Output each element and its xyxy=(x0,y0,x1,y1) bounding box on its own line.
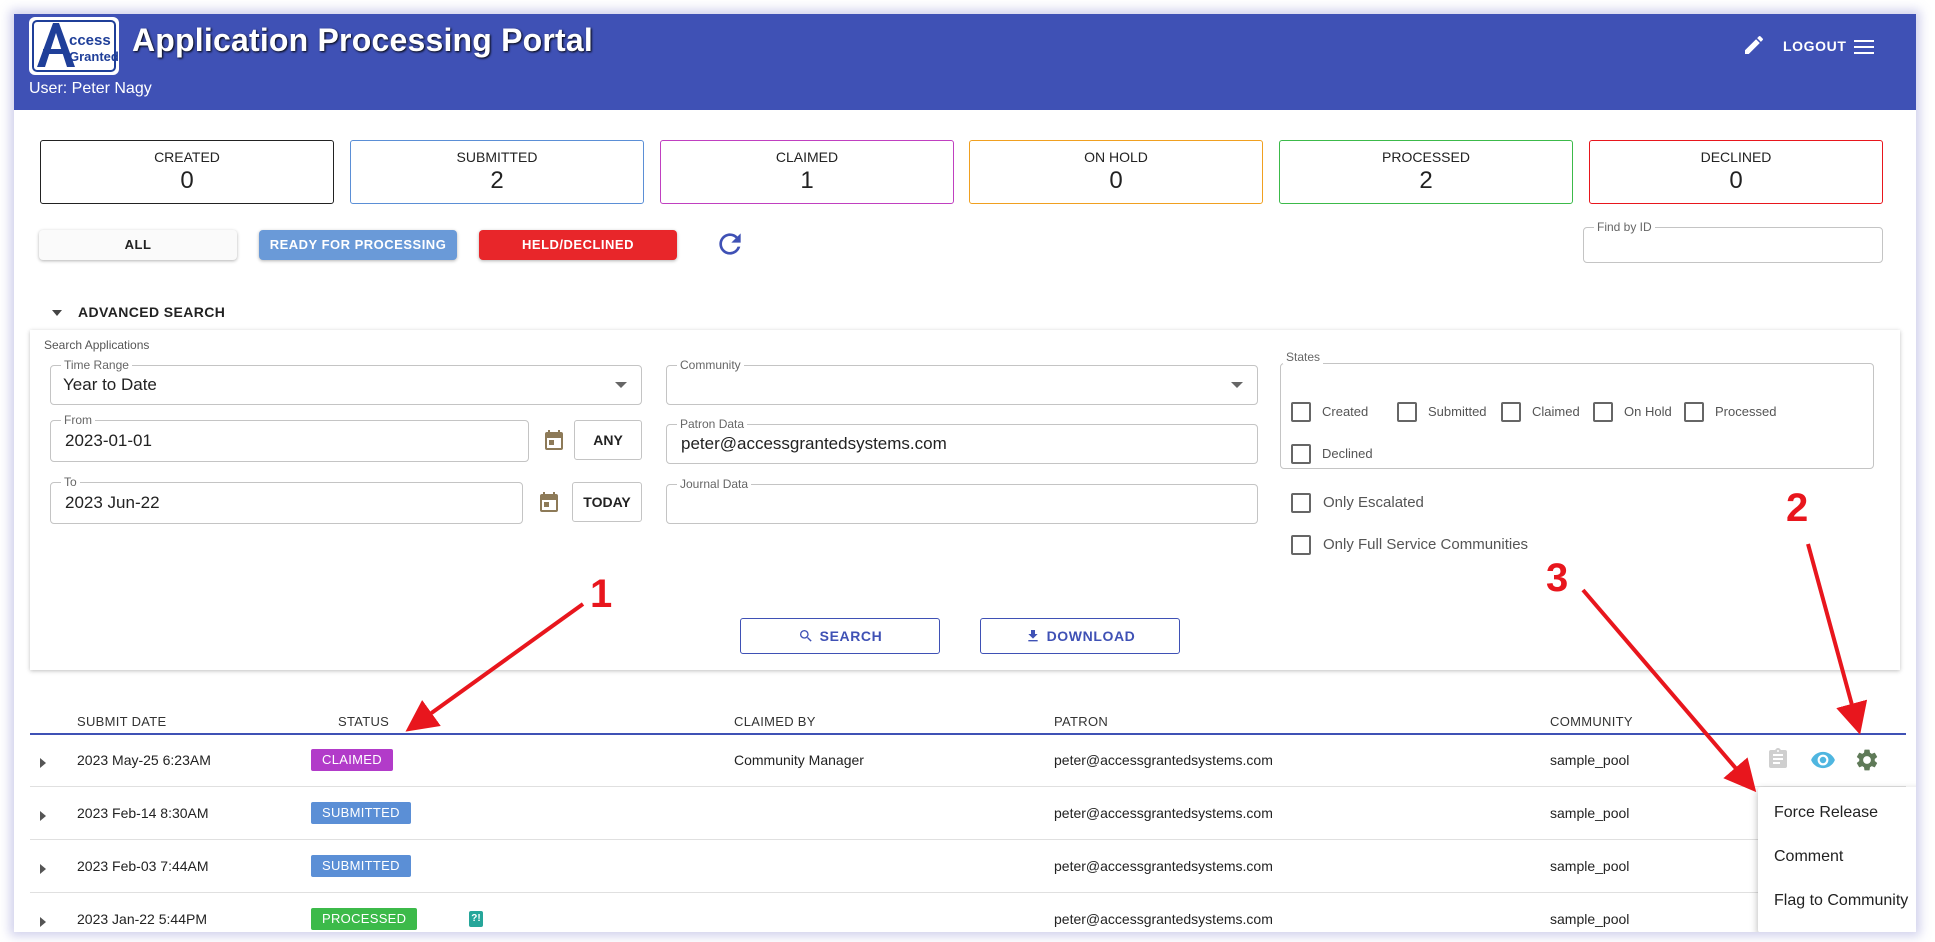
annotation-arrow-3 xyxy=(1581,588,1757,793)
annotation-arrow-2 xyxy=(1806,543,1868,735)
annotation-arrows xyxy=(405,543,1868,793)
annotation-arrow-1 xyxy=(405,602,585,732)
